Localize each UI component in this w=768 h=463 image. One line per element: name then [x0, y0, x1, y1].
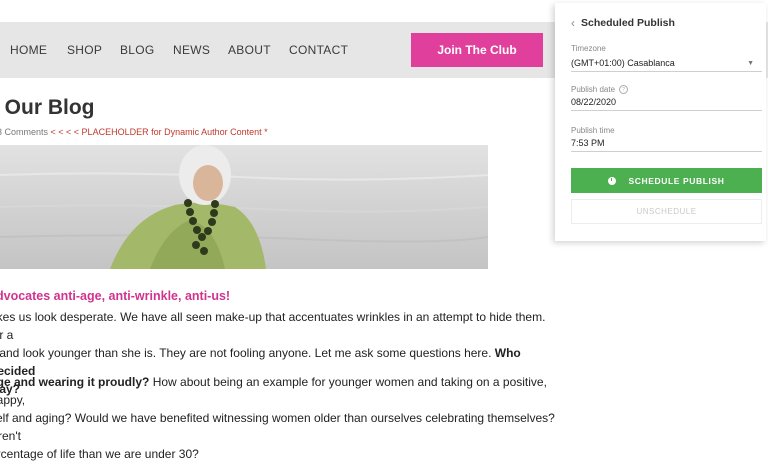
scheduled-publish-panel: ‹ Scheduled Publish Timezone (GMT+01:00)…	[555, 3, 766, 241]
author-placeholder: < < < < PLACEHOLDER for Dynamic Author C…	[48, 127, 268, 137]
hero-image	[0, 145, 488, 269]
panel-header: ‹ Scheduled Publish	[571, 16, 675, 30]
hero-photo	[0, 145, 488, 269]
clock-icon	[608, 176, 617, 185]
nav-blog[interactable]: Blog	[120, 44, 155, 56]
para2-line1: age and wearing it proudly? How about be…	[0, 373, 560, 409]
para1-line2-text: y and look younger than she is. They are…	[0, 346, 495, 360]
timezone-select[interactable]: (GMT+01:00) Casablanca ▼	[571, 55, 762, 72]
post-meta: 03 Comments < < < < PLACEHOLDER for Dyna…	[0, 127, 268, 137]
para2-line1-bold: age and wearing it proudly?	[0, 375, 150, 389]
body-paragraph-2: age and wearing it proudly? How about be…	[0, 373, 560, 463]
page-title: o Our Blog	[0, 96, 95, 119]
chevron-left-icon[interactable]: ‹	[571, 16, 575, 30]
nav-shop[interactable]: Shop	[67, 44, 102, 56]
para2-line2: self and aging? Would we have benefited …	[0, 411, 555, 443]
unschedule-button[interactable]: UNSCHEDULE	[571, 199, 762, 224]
caret-down-icon: ▼	[747, 59, 754, 67]
timezone-label: Timezone	[571, 44, 606, 53]
publish-date-field[interactable]: 08/22/2020	[571, 94, 762, 111]
publish-time-value: 7:53 PM	[571, 138, 605, 148]
publish-time-label: Publish time	[571, 126, 615, 135]
comments-count[interactable]: 03 Comments	[0, 127, 48, 137]
nav-news[interactable]: News	[173, 44, 210, 56]
info-icon: ?	[619, 85, 629, 94]
schedule-publish-button[interactable]: SCHEDULE PUBLISH	[571, 168, 762, 193]
nav-home[interactable]: Home	[10, 44, 47, 56]
panel-title: Scheduled Publish	[581, 17, 675, 29]
schedule-publish-label: SCHEDULE PUBLISH	[628, 175, 725, 186]
join-the-club-button[interactable]: Join The Club	[411, 33, 543, 67]
publish-date-label-text: Publish date	[571, 85, 616, 94]
publish-time-label-text: Publish time	[571, 126, 615, 135]
section-heading: dvocates anti-age, anti-wrinkle, anti-us…	[0, 289, 231, 303]
timezone-value: (GMT+01:00) Casablanca	[571, 58, 675, 68]
nav-about[interactable]: About	[228, 44, 271, 56]
nav-contact[interactable]: Contact	[289, 44, 348, 56]
para1-line1: akes us look desperate. We have all seen…	[0, 310, 546, 342]
para2-line3: ercentage of life than we are under 30?	[0, 447, 199, 461]
publish-time-field[interactable]: 7:53 PM	[571, 135, 762, 152]
publish-date-label: Publish date ?	[571, 85, 629, 94]
timezone-label-text: Timezone	[571, 44, 606, 53]
publish-date-value: 08/22/2020	[571, 97, 617, 107]
